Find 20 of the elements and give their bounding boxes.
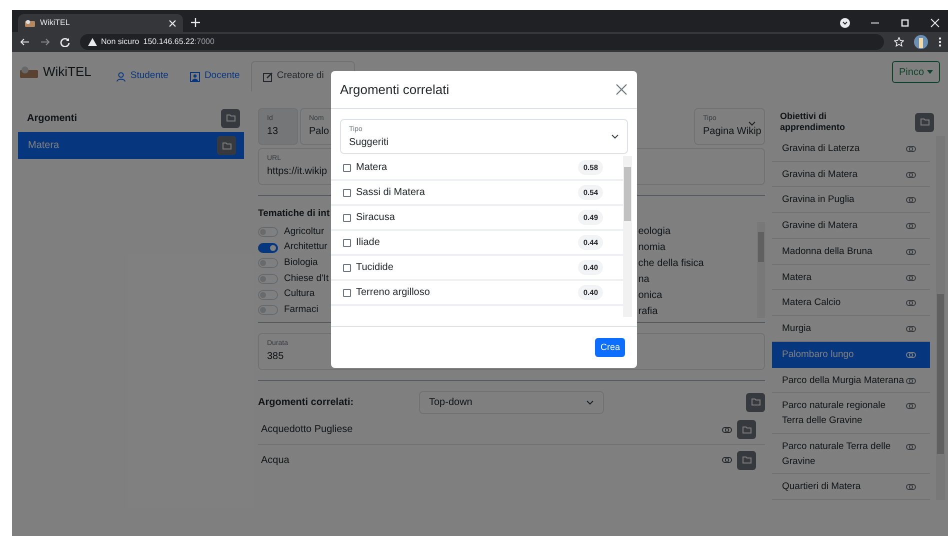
url-text: Non sicuro [101,36,140,48]
toggle-label: Agricoltur [284,224,324,239]
toggle-label: eologia [638,225,672,239]
panel-title: Obiettivi di apprendimento [780,111,846,133]
toggle-label: Architettur [284,240,328,254]
toggle-label: che della fisica [638,257,705,271]
section-title: Argomenti correlati: [258,396,355,410]
toggle-label: onica [638,289,664,303]
toggle-label: Chiese d'It [284,272,329,286]
url-text: :7000 [194,36,214,48]
toggle-label: Biologia [284,256,318,270]
toggle-label: Farmaci [284,303,318,318]
toggle-label: nomia [638,241,666,255]
tab-title: WikiTEL [40,17,71,29]
sidebar-title: Argomenti [27,112,77,126]
toggle-label: rafia [638,305,659,319]
toggle-label: na [638,273,650,287]
url-text: 150.146.65.22 [143,36,194,48]
toggle-label: Cultura [284,287,315,302]
section-title: Tematiche di int [258,208,330,220]
